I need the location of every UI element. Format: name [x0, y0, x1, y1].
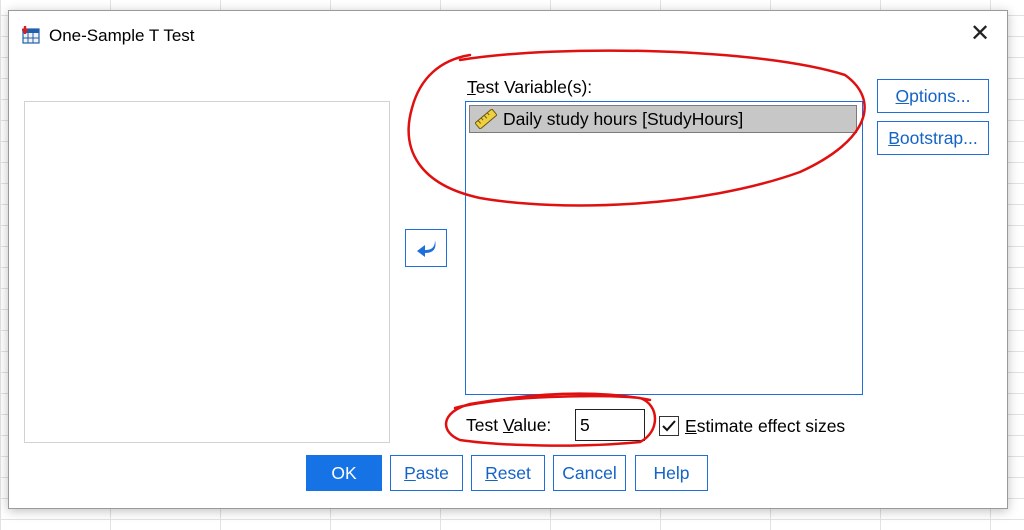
- checkmark-icon: [662, 420, 676, 432]
- close-icon: ✕: [969, 20, 991, 47]
- bootstrap-button[interactable]: Bootstrap...: [877, 121, 989, 155]
- paste-button[interactable]: Paste: [390, 455, 463, 491]
- move-arrow-icon: [417, 240, 436, 257]
- cancel-button[interactable]: Cancel: [553, 455, 626, 491]
- title-bar: One-Sample T Test ✕: [9, 11, 1007, 57]
- test-variables-list[interactable]: Daily study hours [StudyHours]: [465, 101, 863, 395]
- options-button[interactable]: Options...: [877, 79, 989, 113]
- one-sample-t-test-dialog: One-Sample T Test ✕ Test Variable(s): Da…: [8, 10, 1008, 509]
- close-button[interactable]: ✕: [963, 19, 997, 49]
- spss-app-icon: [22, 26, 40, 44]
- estimate-effect-sizes-label: Estimate effect sizes: [685, 416, 846, 436]
- variable-label: Daily study hours [StudyHours]: [503, 109, 744, 129]
- estimate-effect-sizes-checkbox[interactable]: [659, 416, 679, 436]
- scale-ruler-icon: [475, 109, 497, 129]
- test-value-label: Test Value:: [466, 415, 552, 435]
- source-variable-list[interactable]: [24, 101, 390, 443]
- help-button[interactable]: Help: [635, 455, 708, 491]
- reset-button[interactable]: Reset: [471, 455, 545, 491]
- ok-button[interactable]: OK: [306, 455, 382, 491]
- test-variables-label: Test Variable(s):: [467, 77, 593, 97]
- dialog-title: One-Sample T Test: [49, 26, 195, 45]
- test-value-input[interactable]: [575, 409, 645, 441]
- list-item[interactable]: Daily study hours [StudyHours]: [469, 105, 857, 133]
- move-variable-button[interactable]: [405, 229, 447, 267]
